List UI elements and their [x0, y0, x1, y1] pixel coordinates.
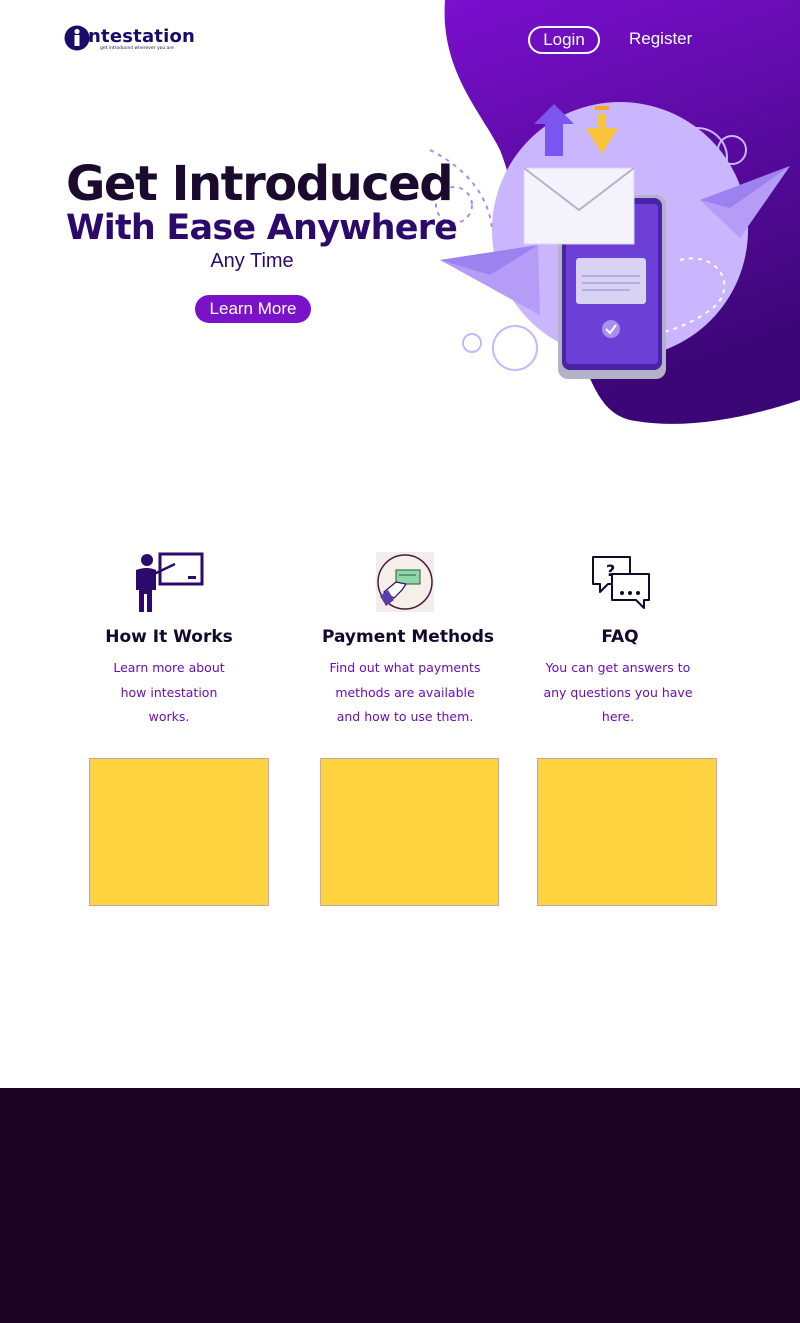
learn-more-button[interactable]: Learn More — [195, 295, 311, 323]
hero-title: Get Introduced — [66, 156, 454, 212]
feature-desc-line: Find out what payments — [329, 660, 481, 675]
feature-title-payment-methods: Payment Methods — [321, 627, 495, 647]
feature-desc-line: any questions you have — [543, 684, 693, 700]
logo-mark-icon — [64, 25, 90, 51]
teacher-board-icon — [136, 552, 204, 612]
feature-desc-how-it-works: Learn more about how intestation works. — [89, 656, 249, 730]
feature-desc-line: and how to use them. — [336, 709, 474, 724]
hand-payment-card-icon — [376, 552, 434, 612]
feature-card-how-it-works[interactable] — [89, 758, 269, 906]
feature-desc-line: Learn more about — [113, 660, 225, 675]
footer — [0, 1088, 800, 1323]
hero-tagline: Any Time — [210, 250, 294, 272]
feature-desc-faq: You can get answers to any questions you… — [528, 656, 708, 730]
svg-text:?: ? — [606, 561, 615, 580]
feature-desc-payment-methods: Find out what payments methods are avail… — [315, 656, 495, 730]
logo-wordmark[interactable]: ntestation — [88, 26, 195, 47]
feature-desc-line: here. — [601, 709, 635, 724]
feature-card-payment-methods[interactable] — [320, 758, 499, 906]
feature-title-faq: FAQ — [601, 627, 639, 647]
hero-subtitle: With Ease Anywhere — [66, 208, 458, 248]
chat-question-icon: ? — [592, 556, 650, 609]
logo-tagline: get introduced wherever you are — [100, 46, 174, 51]
login-button[interactable]: Login — [528, 26, 600, 54]
feature-desc-line: You can get answers to — [545, 660, 691, 675]
feature-desc-line: works. — [148, 709, 190, 724]
feature-desc-line: how intestation — [120, 684, 218, 700]
feature-card-faq[interactable] — [537, 758, 717, 906]
phone-mail-illustration — [430, 102, 790, 379]
register-link[interactable]: Register — [629, 29, 692, 49]
feature-title-how-it-works: How It Works — [105, 627, 233, 647]
feature-desc-line: methods are available — [335, 684, 475, 700]
